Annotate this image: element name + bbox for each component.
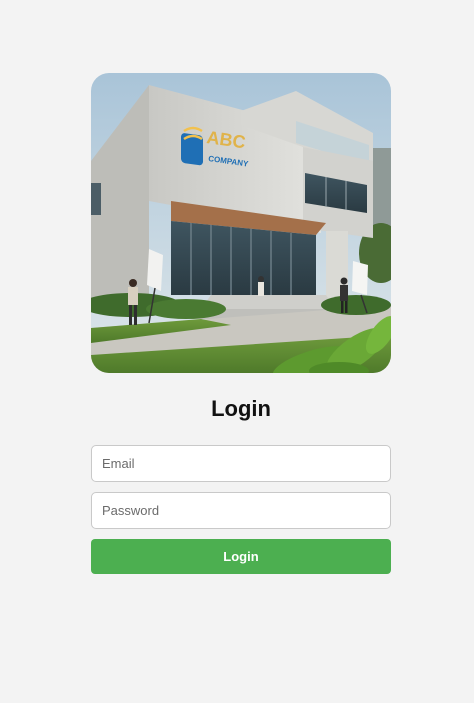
email-field[interactable] xyxy=(91,445,391,482)
login-page: ABC COMPANY Login Login xyxy=(0,0,474,703)
login-button[interactable]: Login xyxy=(91,539,391,574)
company-building-image: ABC COMPANY xyxy=(91,73,391,373)
page-title: Login xyxy=(211,396,271,421)
password-field[interactable] xyxy=(91,492,391,529)
